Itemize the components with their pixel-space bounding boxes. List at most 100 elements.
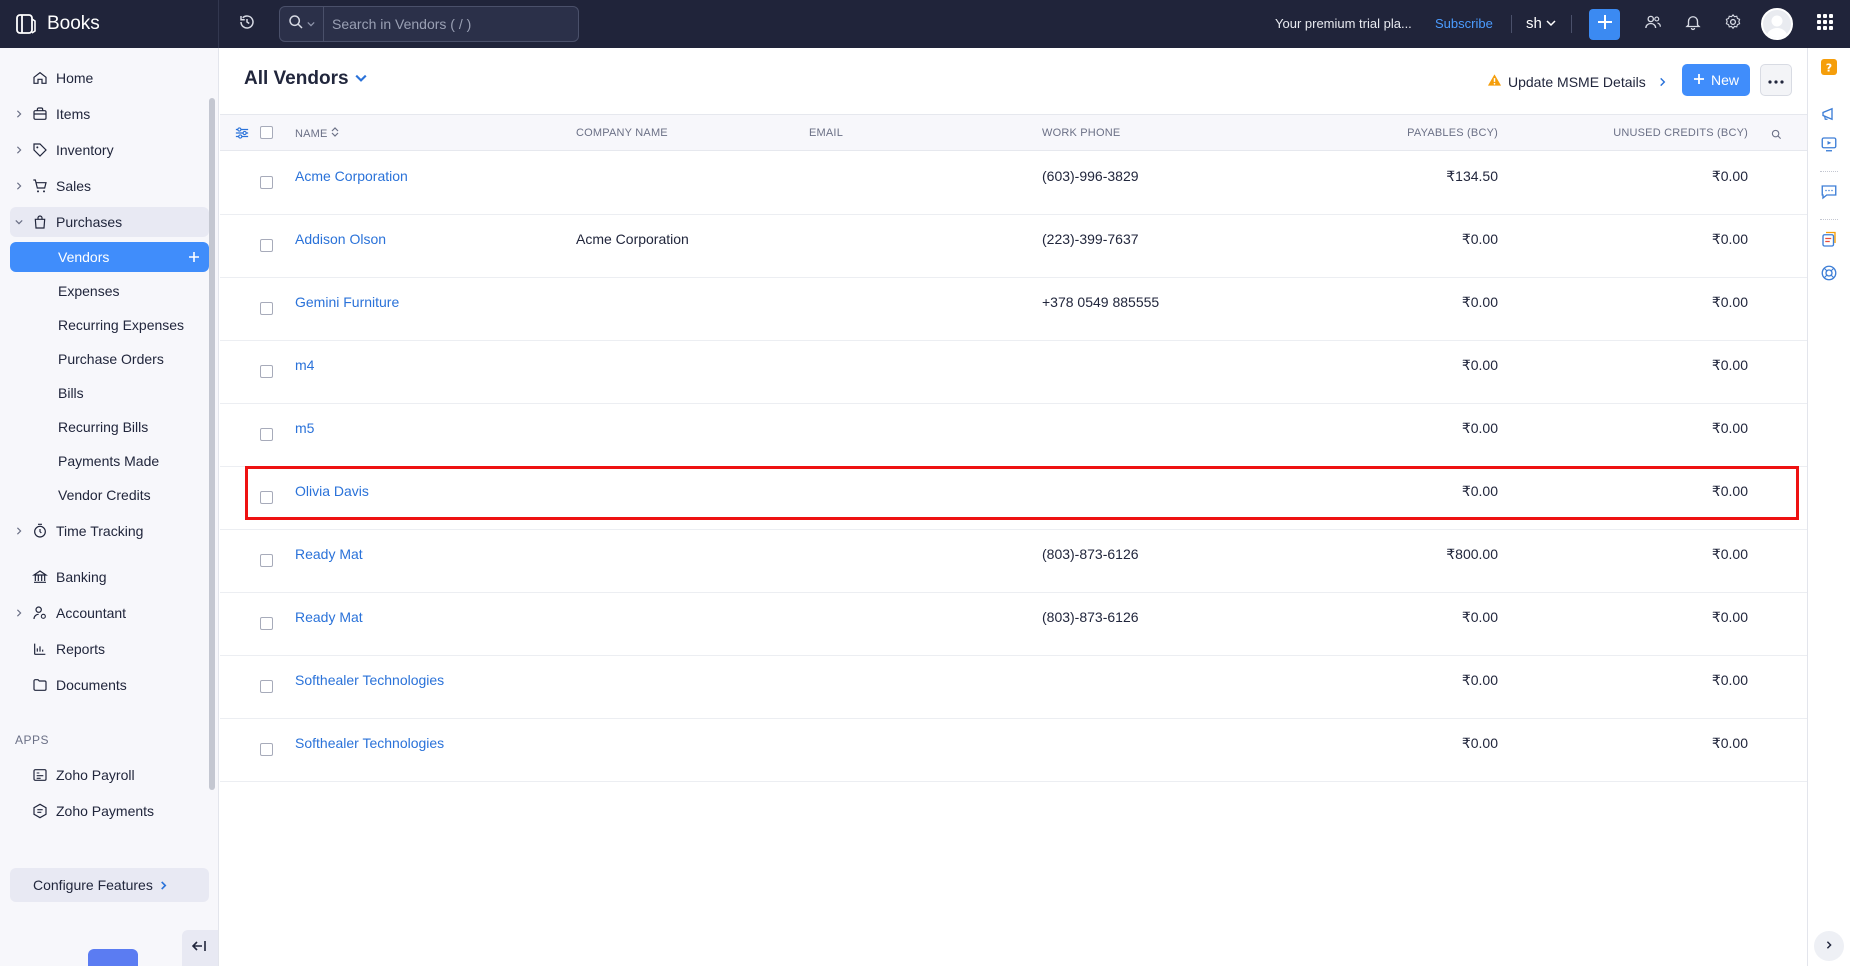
row-checkbox[interactable]: [260, 491, 273, 504]
sidebar-item-reports[interactable]: Reports: [10, 634, 209, 664]
sidebar-subitem-recurring-bills[interactable]: Recurring Bills: [10, 412, 209, 442]
user-avatar[interactable]: [1761, 8, 1793, 40]
vendor-name-link[interactable]: Softhealer Technologies: [295, 672, 444, 688]
column-header-company-name[interactable]: COMPANY NAME: [576, 127, 668, 139]
vendor-work-phone: (603)-996-3829: [1042, 168, 1139, 184]
sidebar-subitem-bills[interactable]: Bills: [10, 378, 209, 408]
update-msme-link[interactable]: Update MSME Details: [1487, 73, 1667, 90]
row-checkbox[interactable]: [260, 176, 273, 189]
row-checkbox[interactable]: [260, 617, 273, 630]
sidebar-subitem-purchase-orders[interactable]: Purchase Orders: [10, 344, 209, 374]
sidebar-item-accountant[interactable]: Accountant: [10, 598, 209, 628]
sidebar-item-documents[interactable]: Documents: [10, 670, 209, 700]
vendor-name-link[interactable]: Addison Olson: [295, 231, 386, 247]
sidebar-scrollbar[interactable]: [209, 98, 215, 790]
table-row[interactable]: Ready Mat (803)-873-6126 ₹800.00 ₹0.00: [220, 530, 1807, 593]
sidebar-item-purchases[interactable]: Purchases: [10, 207, 209, 237]
sidebar-subitem-expenses[interactable]: Expenses: [10, 276, 209, 306]
vendor-name-link[interactable]: Ready Mat: [295, 546, 363, 562]
subscribe-link[interactable]: Subscribe: [1435, 16, 1493, 31]
vendor-name-link[interactable]: Gemini Furniture: [295, 294, 399, 310]
table-row[interactable]: Acme Corporation (603)-996-3829 ₹134.50 ₹0.…: [220, 152, 1807, 215]
help-button[interactable]: ?: [1818, 58, 1840, 80]
vendor-unused-credits: ₹0.00: [1711, 735, 1748, 751]
bell-icon: [1684, 13, 1702, 36]
sidebar-subitem-payments-made[interactable]: Payments Made: [10, 446, 209, 476]
recent-history-button[interactable]: [219, 0, 275, 48]
column-header-email[interactable]: EMAIL: [809, 127, 843, 139]
row-checkbox[interactable]: [260, 428, 273, 441]
sidebar-subitem-recurring-expenses[interactable]: Recurring Expenses: [10, 310, 209, 340]
sidebar-item-time-tracking[interactable]: Time Tracking: [10, 516, 209, 546]
row-checkbox[interactable]: [260, 680, 273, 693]
new-vendor-button[interactable]: New: [1682, 64, 1750, 96]
vendor-name-link[interactable]: Softhealer Technologies: [295, 735, 444, 751]
table-row[interactable]: Olivia Davis ₹0.00 ₹0.00: [220, 467, 1807, 530]
vendor-name-link[interactable]: Olivia Davis: [295, 483, 369, 499]
sidebar-app-zoho-payroll[interactable]: Zoho Payroll: [10, 760, 209, 790]
home-icon: [30, 68, 50, 88]
refer-users-button[interactable]: [1641, 12, 1665, 36]
table-row[interactable]: m4 ₹0.00 ₹0.00: [220, 341, 1807, 404]
row-checkbox[interactable]: [260, 365, 273, 378]
table-row[interactable]: Addison Olson Acme Corporation (223)-399-7…: [220, 215, 1807, 278]
sidebar-subitem-vendors[interactable]: Vendors: [10, 242, 209, 272]
vendor-name-link[interactable]: m5: [295, 420, 314, 436]
org-switcher[interactable]: sh: [1526, 15, 1556, 32]
search-bar[interactable]: [279, 6, 579, 42]
chevron-down-icon: [14, 217, 24, 227]
column-header-work-phone[interactable]: WORK PHONE: [1042, 127, 1120, 139]
promo-thumbnail[interactable]: [88, 949, 138, 966]
column-header-unused-credits[interactable]: UNUSED CREDITS (BCY): [1613, 127, 1748, 139]
sidebar-item-sales[interactable]: Sales: [10, 171, 209, 201]
sidebar-app-zoho-payments[interactable]: Zoho Payments: [10, 796, 209, 826]
vendor-name-link[interactable]: m4: [295, 357, 314, 373]
app-brand[interactable]: Books: [0, 0, 219, 48]
video-tutorials-button[interactable]: [1818, 135, 1840, 157]
sidebar-item-banking[interactable]: Banking: [10, 562, 209, 592]
quick-create-button[interactable]: [1589, 9, 1620, 40]
notifications-button[interactable]: [1681, 12, 1705, 36]
select-all-checkbox[interactable]: [260, 126, 273, 139]
column-header-name[interactable]: NAME: [295, 127, 339, 140]
search-input[interactable]: [324, 16, 574, 32]
row-checkbox[interactable]: [260, 302, 273, 315]
collapse-sidebar-button[interactable]: [182, 930, 218, 966]
support-button[interactable]: [1818, 264, 1840, 286]
column-settings-icon[interactable]: [235, 126, 249, 145]
vendor-name-link[interactable]: Acme Corporation: [295, 168, 408, 184]
sidebar-subitem-label: Vendors: [58, 249, 110, 265]
table-row[interactable]: Softhealer Technologies ₹0.00 ₹0.00: [220, 719, 1807, 782]
gear-icon: [1724, 13, 1742, 36]
search-scope-toggle[interactable]: [280, 7, 324, 41]
sidebar-item-inventory[interactable]: Inventory: [10, 135, 209, 165]
table-row[interactable]: Ready Mat (803)-873-6126 ₹0.00 ₹0.00: [220, 593, 1807, 656]
view-selector[interactable]: All Vendors: [244, 68, 367, 90]
row-checkbox[interactable]: [260, 554, 273, 567]
row-checkbox[interactable]: [260, 239, 273, 252]
sidebar-item-label: Time Tracking: [56, 523, 144, 539]
settings-button[interactable]: [1721, 12, 1745, 36]
row-checkbox[interactable]: [260, 743, 273, 756]
column-header-payables[interactable]: PAYABLES (BCY): [1407, 127, 1498, 139]
sidebar-subitem-vendor-credits[interactable]: Vendor Credits: [10, 480, 209, 510]
marketplace-button[interactable]: [1818, 231, 1840, 253]
sidebar-item-home[interactable]: Home: [10, 63, 209, 93]
more-options-button[interactable]: [1760, 64, 1792, 96]
table-search-icon[interactable]: [1771, 127, 1782, 145]
sidebar-item-label: Zoho Payroll: [56, 767, 135, 783]
app-launcher-button[interactable]: [1813, 12, 1837, 36]
new-button-label: New: [1710, 72, 1739, 88]
sidebar-item-items[interactable]: Items: [10, 99, 209, 129]
table-row[interactable]: Softhealer Technologies ₹0.00 ₹0.00: [220, 656, 1807, 719]
expand-rail-button[interactable]: [1814, 931, 1844, 961]
trial-notice: Your premium trial pla...: [1275, 16, 1412, 31]
add-vendor-plus-icon[interactable]: [185, 248, 203, 266]
table-row[interactable]: Gemini Furniture +378 0549 885555 ₹0.00 ₹0.…: [220, 278, 1807, 341]
feedback-button[interactable]: [1818, 183, 1840, 205]
table-row[interactable]: m5 ₹0.00 ₹0.00: [220, 404, 1807, 467]
vendor-payables: ₹800.00: [1446, 546, 1498, 562]
vendor-name-link[interactable]: Ready Mat: [295, 609, 363, 625]
configure-features-button[interactable]: Configure Features: [10, 868, 209, 902]
announcements-button[interactable]: [1818, 105, 1840, 127]
